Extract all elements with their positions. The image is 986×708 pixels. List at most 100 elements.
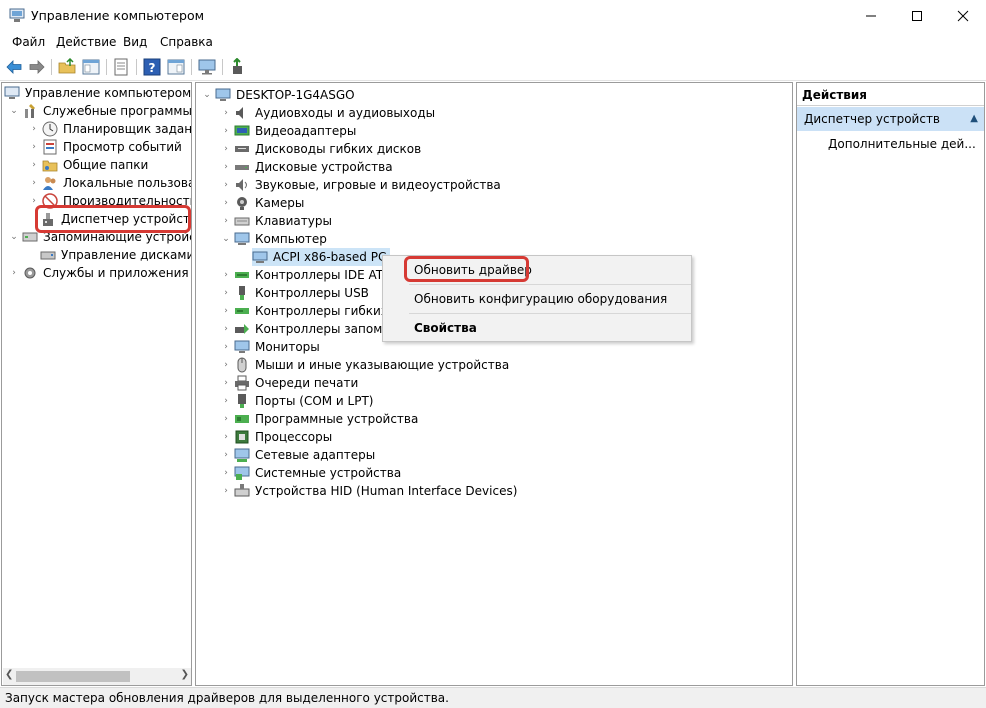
device-category-computer[interactable]: ⌄ Компьютер	[220, 230, 327, 248]
collapse-up-icon[interactable]: ▲	[970, 113, 978, 124]
chevron-right-icon[interactable]: ›	[220, 269, 232, 281]
folder-up-icon[interactable]	[58, 58, 76, 76]
menu-item-scan-hardware[interactable]: Обновить конфигурацию оборудования	[414, 292, 667, 306]
chevron-right-icon[interactable]: ›	[220, 197, 232, 209]
chevron-right-icon[interactable]: ›	[220, 485, 232, 497]
hid-icon	[234, 484, 250, 497]
menu-separator	[409, 313, 691, 314]
close-icon	[957, 10, 969, 21]
display-adapter-icon	[234, 125, 250, 136]
chevron-right-icon[interactable]: ›	[220, 125, 232, 137]
device-category-keyboards[interactable]: › Клавиатуры	[220, 212, 332, 230]
scroll-right-icon[interactable]: ❯	[181, 669, 189, 680]
title-bar: Управление компьютером	[0, 0, 986, 32]
chevron-right-icon[interactable]: ›	[28, 177, 40, 189]
horizontal-scrollbar[interactable]: ❮ ❯	[3, 668, 191, 685]
menu-item-properties[interactable]: Свойства	[414, 321, 477, 335]
chevron-right-icon[interactable]: ›	[220, 449, 232, 461]
device-category-usb[interactable]: › Контроллеры USB	[220, 284, 369, 302]
device-category-processors[interactable]: › Процессоры	[220, 428, 332, 446]
chevron-right-icon[interactable]: ›	[220, 359, 232, 371]
menu-action[interactable]: Действие	[56, 35, 116, 49]
chevron-right-icon[interactable]: ›	[220, 107, 232, 119]
tree-item-disk-management[interactable]: Управление дисками	[40, 246, 191, 264]
speaker-icon	[236, 107, 243, 119]
device-category-floppy[interactable]: › Дисководы гибких дисков	[220, 140, 421, 158]
chevron-right-icon[interactable]: ›	[220, 377, 232, 389]
tools-icon	[25, 104, 35, 118]
device-category-disk-drives[interactable]: › Дисковые устройства	[220, 158, 392, 176]
sound-icon	[236, 179, 247, 191]
menu-help[interactable]: Справка	[160, 35, 213, 49]
chevron-right-icon[interactable]: ›	[220, 431, 232, 443]
chevron-right-icon[interactable]: ›	[8, 267, 20, 279]
chevron-right-icon[interactable]: ›	[220, 143, 232, 155]
device-category-mice[interactable]: › Мыши и иные указывающие устройства	[220, 356, 509, 374]
device-category-print-queues[interactable]: › Очереди печати	[220, 374, 358, 392]
device-category-hid[interactable]: › Устройства HID (Human Interface Device…	[220, 482, 517, 500]
device-category-system-devices[interactable]: › Системные устройства	[220, 464, 401, 482]
menu-file[interactable]: Файл	[12, 35, 45, 49]
chevron-right-icon[interactable]: ›	[220, 161, 232, 173]
chevron-right-icon[interactable]: ›	[220, 467, 232, 479]
actions-pane: Действия Диспетчер устройств ▲ Дополните…	[796, 82, 985, 686]
highlight-device-manager	[35, 205, 191, 233]
menu-view[interactable]: Вид	[123, 35, 147, 49]
maximize-button[interactable]	[894, 0, 940, 31]
tree-item-shared-folders[interactable]: › Общие папки	[28, 156, 148, 174]
properties-icon[interactable]	[112, 58, 130, 76]
minimize-button[interactable]	[848, 0, 894, 31]
device-category-monitors[interactable]: › Мониторы	[220, 338, 320, 356]
actions-device-manager[interactable]: Диспетчер устройств ▲	[797, 107, 984, 131]
device-category-sound[interactable]: › Звуковые, игровые и видеоустройства	[220, 176, 501, 194]
chevron-right-icon[interactable]: ›	[220, 323, 232, 335]
chevron-right-icon[interactable]: ›	[28, 159, 40, 171]
chevron-right-icon[interactable]: ›	[220, 287, 232, 299]
device-category-floppy-controllers[interactable]: › Контроллеры гибких д	[220, 302, 400, 320]
chevron-right-icon[interactable]: ›	[220, 341, 232, 353]
device-category-ide[interactable]: › Контроллеры IDE ATA	[220, 266, 390, 284]
chevron-right-icon[interactable]: ›	[220, 305, 232, 317]
device-tree-root[interactable]: ⌄ DESKTOP-1G4ASGO	[201, 86, 354, 104]
device-category-cameras[interactable]: › Камеры	[220, 194, 304, 212]
device-category-ports[interactable]: › Порты (COM и LPT)	[220, 392, 373, 410]
chevron-right-icon[interactable]: ›	[220, 215, 232, 227]
device-category-audio[interactable]: › Аудиовходы и аудиовыходы	[220, 104, 435, 122]
window-title: Управление компьютером	[31, 8, 205, 23]
device-acpi-pc-selected[interactable]: ACPI x86-based PC	[252, 248, 391, 266]
close-button[interactable]	[940, 0, 986, 31]
device-category-software-devices[interactable]: › Программные устройства	[220, 410, 418, 428]
tree-root[interactable]: Управление компьютером (л	[4, 84, 191, 102]
chevron-down-icon[interactable]: ⌄	[8, 231, 20, 243]
forward-arrow-icon[interactable]	[28, 58, 46, 76]
chevron-down-icon[interactable]: ⌄	[8, 105, 20, 117]
chevron-down-icon[interactable]: ⌄	[220, 233, 232, 245]
device-category-display[interactable]: › Видеоадаптеры	[220, 122, 356, 140]
scroll-left-icon[interactable]: ❮	[5, 669, 13, 680]
tree-item-system-tools[interactable]: ⌄ Служебные программы	[8, 102, 191, 120]
actions-more[interactable]: Дополнительные дей... ▶	[828, 135, 984, 153]
chevron-down-icon[interactable]: ⌄	[201, 89, 213, 101]
device-category-network[interactable]: › Сетевые адаптеры	[220, 446, 375, 464]
back-arrow-icon[interactable]	[5, 58, 23, 76]
maximize-icon	[912, 10, 922, 21]
monitor-icon[interactable]	[198, 58, 216, 76]
chevron-right-icon[interactable]: ›	[28, 141, 40, 153]
scrollbar-thumb[interactable]	[16, 671, 130, 682]
tree-item-task-scheduler[interactable]: › Планировщик заданий	[28, 120, 191, 138]
computer-icon	[234, 232, 250, 245]
chevron-right-icon[interactable]: ›	[28, 123, 40, 135]
tree-item-services-apps[interactable]: › Службы и приложения	[8, 264, 188, 282]
device-category-storage-controllers[interactable]: › Контроллеры запоми	[220, 320, 390, 338]
tree-item-event-viewer[interactable]: › Просмотр событий	[28, 138, 182, 156]
chevron-right-icon[interactable]: ›	[220, 395, 232, 407]
chevron-right-icon[interactable]: ›	[220, 179, 232, 191]
show-hide-tree-icon[interactable]	[82, 58, 100, 76]
update-driver-icon[interactable]	[229, 58, 247, 76]
chevron-right-icon[interactable]: ›	[220, 413, 232, 425]
storage-icon	[22, 232, 38, 242]
tree-item-local-users[interactable]: › Локальные пользовате	[28, 174, 191, 192]
help-icon[interactable]: ?	[143, 58, 161, 76]
toolbar-separator	[136, 59, 137, 75]
show-action-pane-icon[interactable]	[167, 58, 185, 76]
